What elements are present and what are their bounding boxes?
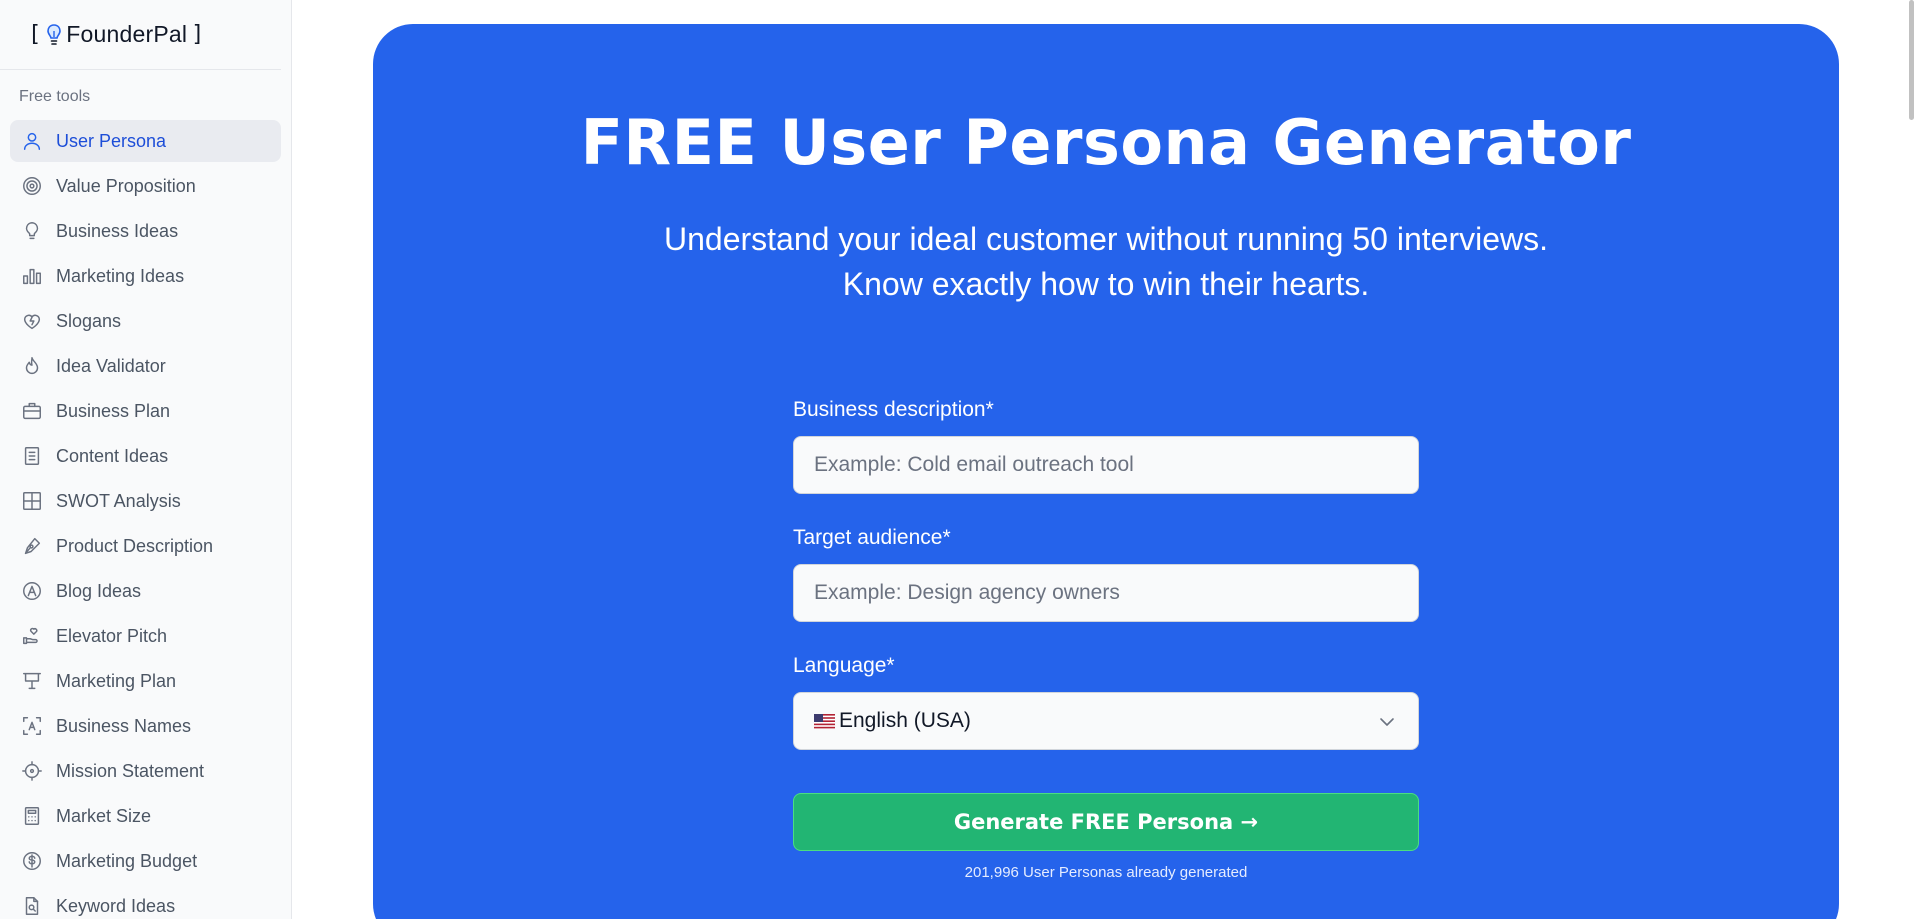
sidebar-item-label: Business Names <box>56 715 192 736</box>
grid-icon <box>20 489 44 513</box>
sidebar-item-business-plan[interactable]: Business Plan <box>10 390 281 432</box>
sidebar-item-label: Marketing Budget <box>56 850 198 871</box>
business-description-label: Business description* <box>793 398 994 421</box>
target-icon <box>20 174 44 198</box>
brand-close-bracket: ] <box>191 22 205 47</box>
language-select[interactable]: English (USA) <box>793 692 1419 750</box>
sidebar-nav: User Persona Value Proposition Business … <box>0 120 291 919</box>
language-select-value: English (USA) <box>839 709 971 732</box>
file-search-icon <box>20 894 44 918</box>
generate-persona-button[interactable]: Generate FREE Persona → <box>793 793 1419 851</box>
hearts-icon <box>20 309 44 333</box>
text-frame-icon <box>20 714 44 738</box>
compass-icon <box>20 579 44 603</box>
hero-section: FREE User Persona Generator Understand y… <box>373 24 1839 919</box>
sidebar-item-label: Marketing Ideas <box>56 265 185 286</box>
sidebar-item-label: Market Size <box>56 805 152 826</box>
sidebar-item-market-size[interactable]: Market Size <box>10 795 281 837</box>
page-scrollbar[interactable] <box>1909 0 1914 120</box>
sidebar-section-label: Free tools <box>19 88 91 105</box>
brand-name: FounderPal <box>66 21 188 47</box>
sidebar-item-mission-statement[interactable]: Mission Statement <box>10 750 281 792</box>
sidebar-item-label: Mission Statement <box>56 760 205 781</box>
brand-open-bracket: [ <box>28 22 42 47</box>
us-flag-icon <box>814 713 835 729</box>
generated-count-text: 201,996 User Personas already generated <box>964 864 1248 881</box>
sidebar-item-slogans[interactable]: Slogans <box>10 300 281 342</box>
dollar-circle-icon <box>20 849 44 873</box>
target-audience-input[interactable] <box>793 564 1419 622</box>
brand-logo[interactable]: [ FounderPal ] <box>0 0 281 70</box>
flame-icon <box>20 354 44 378</box>
target-audience-label: Target audience* <box>793 526 951 549</box>
sidebar-item-elevator-pitch[interactable]: Elevator Pitch <box>10 615 281 657</box>
briefcase-icon <box>20 399 44 423</box>
sidebar-item-label: User Persona <box>56 130 167 151</box>
sidebar-item-label: Product Description <box>56 535 214 556</box>
sidebar-item-label: Elevator Pitch <box>56 625 168 646</box>
sidebar-item-label: Marketing Plan <box>56 670 177 691</box>
sidebar-item-business-ideas[interactable]: Business Ideas <box>10 210 281 252</box>
sidebar-item-marketing-ideas[interactable]: Marketing Ideas <box>10 255 281 297</box>
calculator-icon <box>20 804 44 828</box>
subtitle-line-1: Understand your ideal customer without r… <box>663 221 1548 257</box>
sidebar-item-user-persona[interactable]: User Persona <box>10 120 281 162</box>
pen-icon <box>20 534 44 558</box>
sidebar-item-value-proposition[interactable]: Value Proposition <box>10 165 281 207</box>
sidebar-item-blog-ideas[interactable]: Blog Ideas <box>10 570 281 612</box>
sidebar-item-label: Content Ideas <box>56 445 169 466</box>
lightbulb-logo-icon <box>47 23 62 45</box>
user-icon <box>20 129 44 153</box>
sidebar-item-label: Keyword Ideas <box>56 895 176 916</box>
sidebar-item-label: Business Plan <box>56 400 171 421</box>
chevron-down-icon <box>1380 718 1394 726</box>
crosshair-icon <box>20 759 44 783</box>
language-label: Language* <box>793 654 895 677</box>
bar-chart-icon <box>20 264 44 288</box>
sidebar-item-keyword-ideas[interactable]: Keyword Ideas <box>10 885 281 919</box>
sidebar-item-label: Value Proposition <box>56 175 196 196</box>
sidebar: [ FounderPal ] Free tools User Persona V… <box>0 0 292 919</box>
persona-form: Business description* Target audience* L… <box>793 398 1419 881</box>
sidebar-item-label: Idea Validator <box>56 355 166 376</box>
sidebar-item-label: SWOT Analysis <box>56 490 181 511</box>
sidebar-item-content-ideas[interactable]: Content Ideas <box>10 435 281 477</box>
page-subtitle: Understand your ideal customer without r… <box>373 217 1839 307</box>
business-description-input[interactable] <box>793 436 1419 494</box>
lightbulb-icon <box>20 219 44 243</box>
sidebar-item-label: Slogans <box>56 310 122 331</box>
sidebar-item-product-description[interactable]: Product Description <box>10 525 281 567</box>
subtitle-line-2: Know exactly how to win their hearts. <box>842 266 1370 302</box>
sidebar-item-swot-analysis[interactable]: SWOT Analysis <box>10 480 281 522</box>
sidebar-item-marketing-budget[interactable]: Marketing Budget <box>10 840 281 882</box>
sidebar-item-label: Business Ideas <box>56 220 179 241</box>
sidebar-item-marketing-plan[interactable]: Marketing Plan <box>10 660 281 702</box>
sidebar-item-label: Blog Ideas <box>56 580 142 601</box>
presentation-icon <box>20 669 44 693</box>
sidebar-item-idea-validator[interactable]: Idea Validator <box>10 345 281 387</box>
sidebar-item-business-names[interactable]: Business Names <box>10 705 281 747</box>
hand-heart-icon <box>20 624 44 648</box>
document-icon <box>20 444 44 468</box>
page-title: FREE User Persona Generator <box>580 106 1632 179</box>
